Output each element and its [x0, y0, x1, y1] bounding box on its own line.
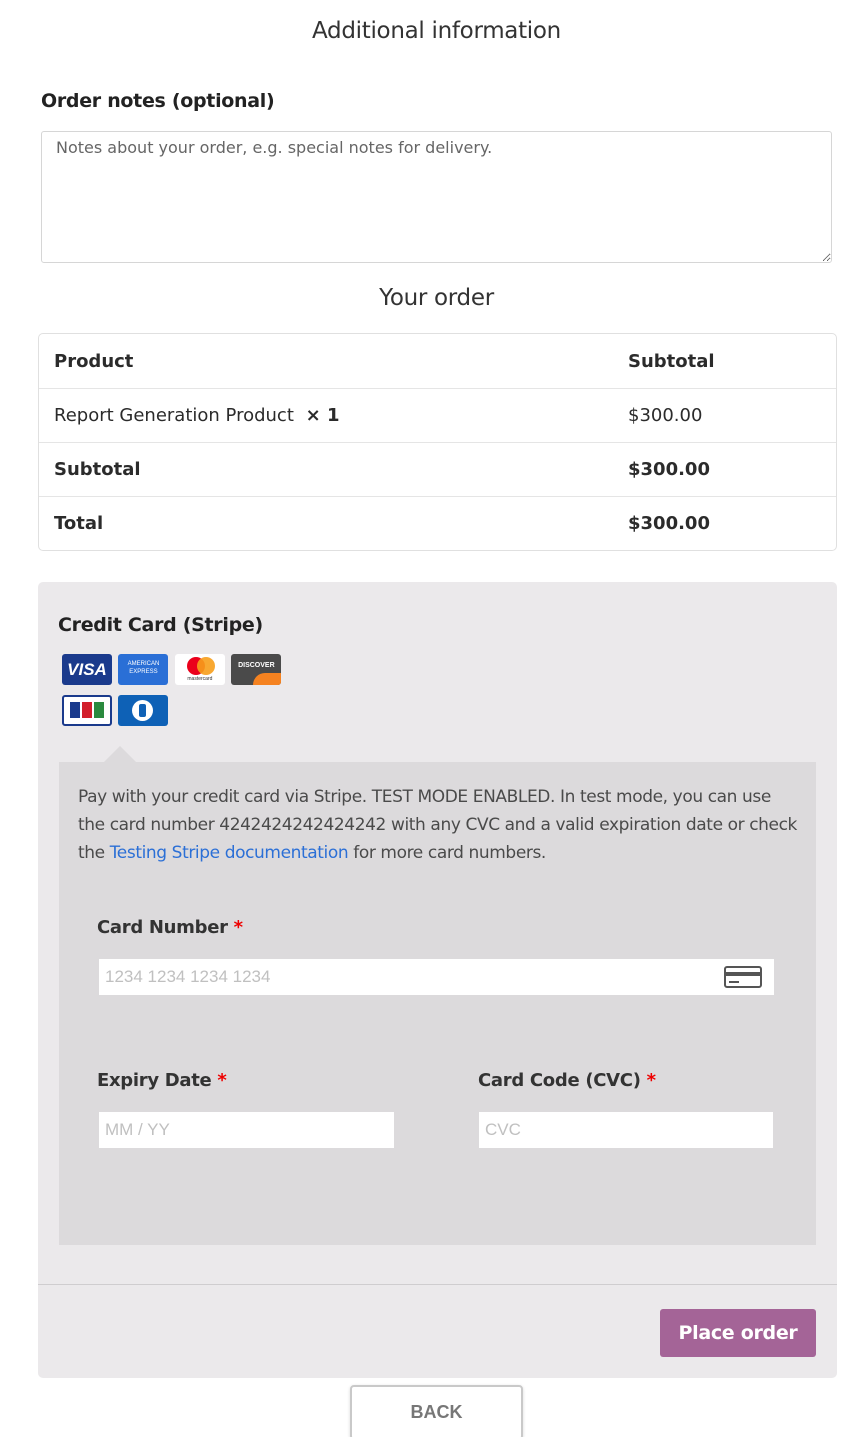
jcb-icon — [62, 695, 112, 726]
your-order-title: Your order — [379, 285, 494, 311]
subtotal-label: Subtotal — [54, 459, 141, 480]
diners-club-icon — [118, 695, 169, 726]
product-price: $300.00 — [628, 405, 703, 426]
visa-icon: VISA — [62, 654, 112, 685]
back-button[interactable]: BACK — [350, 1385, 523, 1437]
discover-icon: DISCOVER — [231, 654, 282, 685]
cvc-label: Card Code (CVC) * — [478, 1070, 656, 1091]
payment-method-label: Credit Card (Stripe) — [58, 614, 263, 636]
amex-icon: AMERICAN EXPRESS — [118, 654, 169, 685]
table-header-row: Product Subtotal — [39, 334, 836, 388]
subtotal-row: Subtotal $300.00 — [39, 442, 836, 496]
total-label: Total — [54, 513, 104, 534]
table-row: Report Generation Product × 1 $300.00 — [39, 388, 836, 442]
card-number-input[interactable]: 1234 1234 1234 1234 — [99, 959, 774, 995]
subtotal-value: $300.00 — [628, 459, 710, 480]
product-quantity: × 1 — [305, 405, 340, 426]
total-value: $300.00 — [628, 513, 710, 534]
expiry-date-input[interactable]: MM / YY — [99, 1112, 394, 1148]
payment-section: Credit Card (Stripe) VISA AMERICAN EXPRE… — [38, 582, 837, 1378]
additional-information-title: Additional information — [312, 18, 561, 44]
place-order-button[interactable]: Place order — [660, 1309, 816, 1357]
divider — [38, 1284, 837, 1285]
testing-stripe-docs-link[interactable]: Testing Stripe documentation — [110, 843, 349, 863]
order-review-table: Product Subtotal Report Generation Produ… — [38, 333, 837, 551]
subtotal-column-header: Subtotal — [628, 350, 715, 372]
product-cell: Report Generation Product × 1 — [39, 405, 628, 426]
order-notes-label: Order notes (optional) — [41, 90, 275, 112]
cvc-input[interactable]: CVC — [479, 1112, 773, 1148]
card-number-label: Card Number * — [97, 917, 243, 938]
product-column-header: Product — [54, 350, 134, 372]
expiry-date-label: Expiry Date * — [97, 1070, 227, 1091]
order-notes-field[interactable] — [41, 131, 832, 263]
mastercard-icon: mastercard — [174, 654, 225, 685]
card-brand-icons: VISA AMERICAN EXPRESS mastercard DISCOVE… — [62, 654, 302, 736]
product-name: Report Generation Product — [54, 405, 294, 426]
payment-box: Pay with your credit card via Stripe. TE… — [59, 746, 816, 1245]
credit-card-icon — [724, 966, 762, 988]
payment-description: Pay with your credit card via Stripe. TE… — [78, 787, 798, 863]
total-row: Total $300.00 — [39, 496, 836, 550]
